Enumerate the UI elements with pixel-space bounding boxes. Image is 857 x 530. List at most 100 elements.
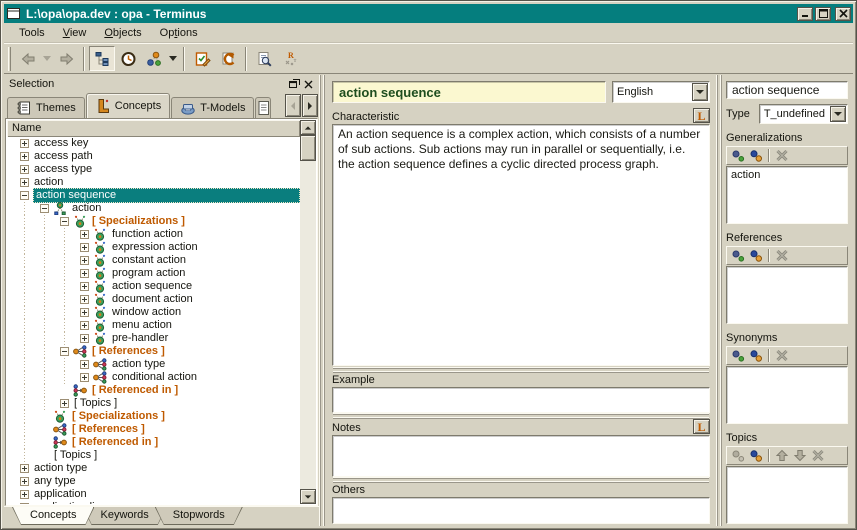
- tree-column-header[interactable]: Name: [7, 120, 300, 137]
- expand-icon[interactable]: [80, 360, 89, 369]
- menu-view[interactable]: View: [54, 25, 96, 41]
- close-button[interactable]: [835, 7, 851, 21]
- references-list[interactable]: [726, 266, 848, 324]
- scrollbar-thumb[interactable]: [300, 135, 316, 161]
- bottom-tab-concepts[interactable]: Concepts: [12, 507, 94, 525]
- find-document-button[interactable]: [251, 46, 277, 71]
- tree-item[interactable]: [ Topics ]: [7, 449, 300, 462]
- tree-item[interactable]: application license: [7, 501, 300, 504]
- tree-view-button[interactable]: [89, 46, 115, 71]
- expand-icon[interactable]: [80, 334, 89, 343]
- edit-form-button[interactable]: [189, 46, 215, 71]
- tree-item[interactable]: constant action: [7, 254, 300, 267]
- tab-more[interactable]: [255, 97, 271, 118]
- collapse-icon[interactable]: [60, 217, 69, 226]
- menu-tools[interactable]: Tools: [10, 25, 54, 41]
- expand-icon[interactable]: [20, 490, 29, 499]
- notes-language-button[interactable]: L: [693, 419, 710, 434]
- maximize-button[interactable]: [815, 7, 831, 21]
- expand-icon[interactable]: [80, 321, 89, 330]
- menu-objects[interactable]: Objects: [95, 25, 150, 41]
- tree-item[interactable]: document action: [7, 293, 300, 306]
- tree-item[interactable]: menu action: [7, 319, 300, 332]
- tree-item[interactable]: access key: [7, 137, 300, 150]
- topics-list[interactable]: [726, 466, 848, 524]
- expand-icon[interactable]: [80, 295, 89, 304]
- expand-icon[interactable]: [20, 503, 29, 504]
- characteristic-textarea[interactable]: An action sequence is a complex action, …: [332, 124, 710, 366]
- tree-item[interactable]: action sequence: [7, 189, 300, 202]
- tab-themes[interactable]: Themes: [7, 97, 85, 118]
- move-down-button[interactable]: [791, 448, 809, 463]
- add-concept-button[interactable]: [747, 448, 765, 463]
- collapse-icon[interactable]: [40, 204, 49, 213]
- relations-button[interactable]: R: [277, 46, 303, 71]
- tree-item[interactable]: action type: [7, 462, 300, 475]
- tree-item[interactable]: [ References ]: [7, 345, 300, 358]
- expand-icon[interactable]: [60, 399, 69, 408]
- tree-item[interactable]: [ References ]: [7, 423, 300, 436]
- expand-icon[interactable]: [80, 230, 89, 239]
- tree-item[interactable]: access type: [7, 163, 300, 176]
- back-arrow-button[interactable]: [15, 46, 41, 71]
- type-dropdown-button[interactable]: [830, 106, 846, 122]
- expand-icon[interactable]: [20, 464, 29, 473]
- history-button[interactable]: [115, 46, 141, 71]
- characteristic-language-button[interactable]: L: [693, 108, 710, 123]
- tree-vertical-scrollbar[interactable]: [300, 120, 316, 504]
- move-up-button[interactable]: [773, 448, 791, 463]
- language-dropdown-button[interactable]: [692, 83, 708, 101]
- toolbar-grip[interactable]: [8, 47, 11, 71]
- list-item[interactable]: action: [731, 169, 843, 182]
- collapse-icon[interactable]: [60, 347, 69, 356]
- expand-icon[interactable]: [20, 477, 29, 486]
- add-relation-button[interactable]: [729, 248, 747, 263]
- forward-arrow-button[interactable]: [53, 46, 79, 71]
- dropdown-caret-button[interactable]: [167, 46, 179, 71]
- example-textarea[interactable]: [332, 387, 710, 413]
- delete-button[interactable]: [773, 148, 791, 163]
- tree-item[interactable]: window action: [7, 306, 300, 319]
- expand-icon[interactable]: [80, 269, 89, 278]
- expand-icon[interactable]: [80, 243, 89, 252]
- others-textarea[interactable]: [332, 497, 710, 524]
- tree-item[interactable]: [ Specializations ]: [7, 215, 300, 228]
- revert-button[interactable]: [215, 46, 241, 71]
- bottom-tab-stopwords[interactable]: Stopwords: [155, 507, 243, 525]
- tab-t-models[interactable]: T-Models: [171, 97, 254, 118]
- float-panel-button[interactable]: [287, 78, 301, 91]
- menu-options[interactable]: Options: [151, 25, 207, 41]
- language-combobox[interactable]: English: [612, 81, 710, 103]
- tree-item[interactable]: application: [7, 488, 300, 501]
- type-combobox[interactable]: T_undefined: [759, 104, 848, 124]
- expand-icon[interactable]: [20, 178, 29, 187]
- history-caret-button[interactable]: [41, 46, 53, 71]
- tab-scroll-left-button[interactable]: [285, 94, 301, 117]
- add-concept-button[interactable]: [747, 348, 765, 363]
- synonyms-list[interactable]: [726, 366, 848, 424]
- expand-icon[interactable]: [80, 282, 89, 291]
- tree-item[interactable]: [ Referenced in ]: [7, 384, 300, 397]
- tab-concepts[interactable]: Concepts: [86, 93, 170, 118]
- notes-textarea[interactable]: [332, 435, 710, 477]
- delete-button[interactable]: [809, 448, 827, 463]
- tree-item[interactable]: [ Topics ]: [7, 397, 300, 410]
- concept-balls-button[interactable]: [141, 46, 167, 71]
- tree-item[interactable]: any type: [7, 475, 300, 488]
- add-concept-button[interactable]: [747, 248, 765, 263]
- tab-scroll-right-button[interactable]: [302, 94, 318, 117]
- term-title-field[interactable]: action sequence: [332, 81, 606, 103]
- collapse-icon[interactable]: [20, 191, 29, 200]
- add-relation-disabled-button[interactable]: [729, 448, 747, 463]
- add-relation-button[interactable]: [729, 348, 747, 363]
- tree-item[interactable]: pre-handler: [7, 332, 300, 345]
- delete-button[interactable]: [773, 248, 791, 263]
- close-panel-button[interactable]: [301, 78, 315, 91]
- scroll-down-button[interactable]: [300, 489, 316, 504]
- tree-item[interactable]: action type: [7, 358, 300, 371]
- generalizations-list[interactable]: action: [726, 166, 848, 224]
- tree-item[interactable]: [ Referenced in ]: [7, 436, 300, 449]
- minimize-button[interactable]: [797, 7, 813, 21]
- tree-item[interactable]: expression action: [7, 241, 300, 254]
- scroll-up-button[interactable]: [300, 120, 316, 135]
